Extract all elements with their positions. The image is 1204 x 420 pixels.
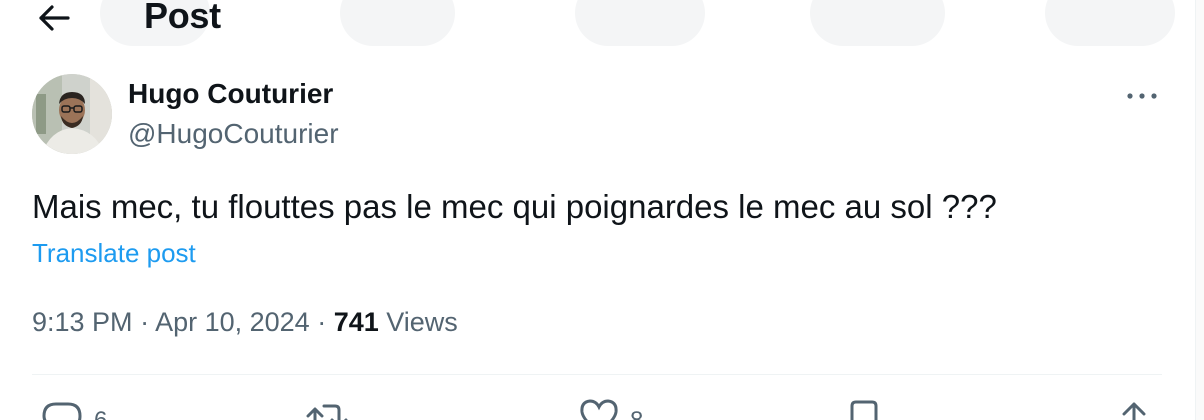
repost-button[interactable]: [304, 396, 360, 420]
like-count: 8: [630, 406, 643, 420]
top-bar: Post: [0, 0, 1204, 40]
translate-post-link[interactable]: Translate post: [32, 236, 196, 270]
bookmark-icon: [846, 396, 882, 420]
more-icon: [1126, 92, 1158, 100]
reply-button[interactable]: 6: [40, 396, 107, 420]
author-name[interactable]: Hugo Couturier: [128, 76, 333, 112]
reply-count: 6: [94, 406, 107, 420]
arrow-left-icon: [37, 4, 71, 32]
post-text: Mais mec, tu flouttes pas le mec qui poi…: [32, 188, 997, 225]
action-bar: 6 8: [0, 396, 1204, 420]
divider: [32, 374, 1162, 375]
share-icon: [1118, 396, 1150, 420]
reply-icon: [40, 396, 84, 420]
post-time[interactable]: 9:13 PM: [32, 307, 133, 337]
scrollbar-track[interactable]: [1195, 0, 1204, 420]
page-title: Post: [144, 0, 221, 36]
post-metadata: 9:13 PM · Apr 10, 2024 · 741 Views: [32, 304, 458, 340]
repost-icon: [304, 396, 350, 420]
bookmark-button[interactable]: [846, 396, 892, 420]
post-date[interactable]: Apr 10, 2024: [155, 307, 310, 337]
heart-icon: [578, 396, 620, 420]
back-button[interactable]: [34, 0, 74, 36]
views-label: Views: [378, 307, 458, 337]
meta-separator: ·: [309, 307, 334, 337]
like-button[interactable]: 8: [578, 396, 643, 420]
avatar[interactable]: [32, 74, 112, 154]
post-page: Post Hugo Couturier @HugoCouturier Mais …: [0, 0, 1204, 420]
more-options-button[interactable]: [1120, 82, 1164, 110]
views-count: 741: [333, 307, 379, 337]
author-handle[interactable]: @HugoCouturier: [128, 116, 339, 152]
share-button[interactable]: [1118, 396, 1160, 420]
meta-separator: ·: [132, 307, 156, 337]
